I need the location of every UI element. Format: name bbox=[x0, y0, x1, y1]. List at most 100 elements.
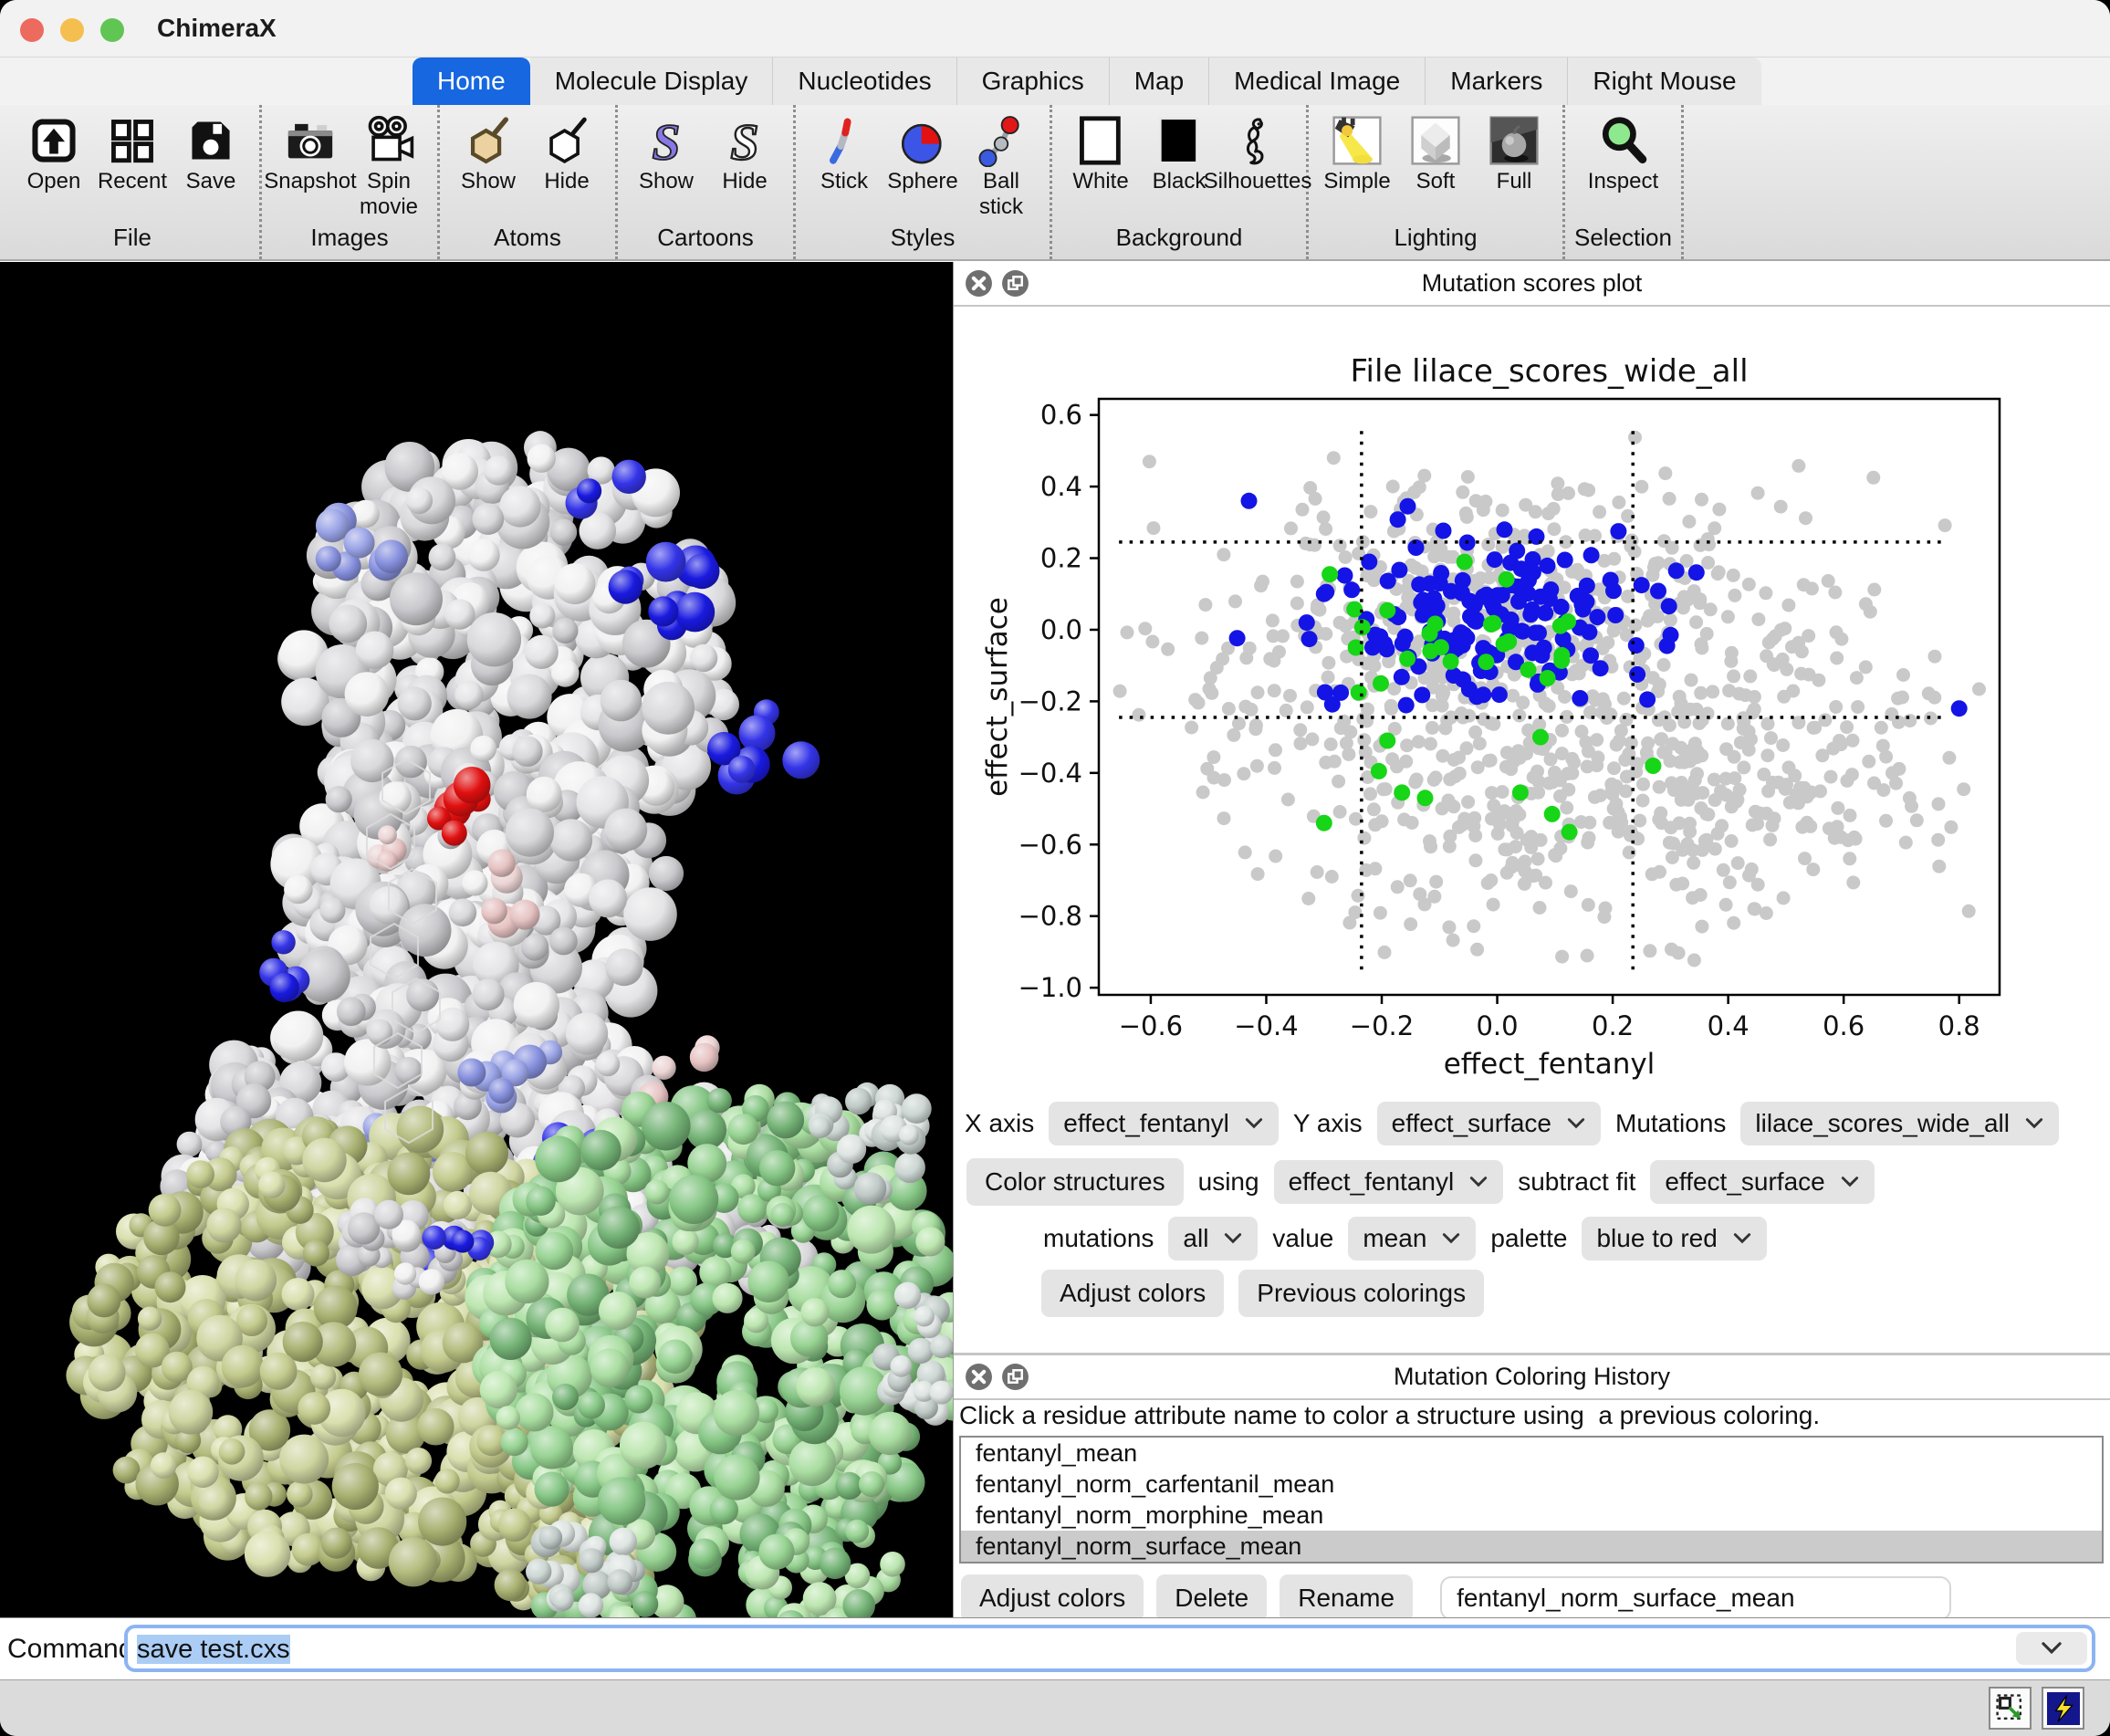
mutations-select[interactable]: lilace_scores_wide_all bbox=[1740, 1102, 2059, 1145]
tab-map[interactable]: Map bbox=[1110, 58, 1209, 105]
svg-text:0.6: 0.6 bbox=[1040, 400, 1082, 431]
fast-mode-button[interactable] bbox=[2042, 1687, 2084, 1730]
ribbon-button-label: Save bbox=[186, 169, 236, 194]
history-item-fentanyl_norm_carfentanil_mean[interactable]: fentanyl_norm_carfentanil_mean bbox=[961, 1469, 2102, 1500]
ribbon-toolbar: OpenRecentSaveFileSnapshotSpin movieImag… bbox=[0, 105, 2110, 261]
history-adjust-colors-button[interactable]: Adjust colors bbox=[961, 1574, 1144, 1622]
mutations-filter-select[interactable]: all bbox=[1168, 1217, 1258, 1260]
sphere-icon bbox=[896, 114, 949, 167]
ribbon-button-selection-inspect[interactable]: Inspect bbox=[1583, 105, 1662, 224]
ribbon-button-background-silhouettes[interactable]: Silhouettes bbox=[1218, 105, 1297, 224]
coloring-history-list: fentanyl_meanfentanyl_norm_carfentanil_m… bbox=[959, 1436, 2104, 1563]
svg-text:−1.0: −1.0 bbox=[1018, 972, 1082, 1003]
history-delete-button[interactable]: Delete bbox=[1156, 1574, 1267, 1622]
svg-text:0.4: 0.4 bbox=[1708, 1010, 1750, 1041]
close-window-button[interactable] bbox=[20, 18, 44, 42]
svg-text:−0.2: −0.2 bbox=[1350, 1010, 1414, 1041]
ribbon-button-background-black[interactable]: Black bbox=[1140, 105, 1218, 224]
previous-colorings-button[interactable]: Previous colorings bbox=[1238, 1270, 1484, 1317]
history-item-fentanyl_mean[interactable]: fentanyl_mean bbox=[961, 1438, 2102, 1469]
tab-markers[interactable]: Markers bbox=[1426, 58, 1568, 105]
history-item-fentanyl_norm_morphine_mean[interactable]: fentanyl_norm_morphine_mean bbox=[961, 1500, 2102, 1531]
mutation-scatter-plot[interactable]: File lilace_scores_wide_all−0.6−0.4−0.20… bbox=[954, 305, 2110, 1101]
tab-medical-image[interactable]: Medical Image bbox=[1209, 58, 1426, 105]
window-title: ChimeraX bbox=[157, 0, 277, 57]
ribbon-button-file-recent[interactable]: Recent bbox=[93, 105, 172, 224]
ribbon-button-file-save[interactable]: Save bbox=[172, 105, 250, 224]
chevron-down-icon bbox=[1441, 1232, 1461, 1245]
chevron-down-icon bbox=[1244, 1117, 1264, 1130]
ribbon-button-lighting-soft[interactable]: Soft bbox=[1396, 105, 1475, 224]
value-select[interactable]: mean bbox=[1348, 1217, 1476, 1260]
soft-lighting-icon bbox=[1409, 114, 1462, 167]
svg-text:0.8: 0.8 bbox=[1938, 1010, 1980, 1041]
svg-text:S: S bbox=[731, 115, 759, 167]
palette-select[interactable]: blue to red bbox=[1582, 1217, 1766, 1260]
minimize-window-button[interactable] bbox=[60, 18, 84, 42]
zoom-window-button[interactable] bbox=[100, 18, 124, 42]
graphics-viewport[interactable] bbox=[0, 262, 953, 1617]
cartoons-show-icon: S bbox=[640, 114, 693, 167]
ribbon-button-styles-ball-stick[interactable]: Ball stick bbox=[962, 105, 1040, 224]
molecule-3d-view[interactable] bbox=[0, 262, 953, 1617]
ribbon-group-label: Selection bbox=[1574, 224, 1672, 259]
ribbon-button-cartoons-hide[interactable]: SHide bbox=[705, 105, 784, 224]
ribbon-button-lighting-simple[interactable]: Simple bbox=[1318, 105, 1396, 224]
command-bar: Command: save test.cxs bbox=[0, 1617, 2110, 1679]
ribbon-group-images: SnapshotSpin movieImages bbox=[262, 105, 440, 259]
adjust-colors-button[interactable]: Adjust colors bbox=[1041, 1270, 1224, 1317]
ribbon-tabs: HomeMolecule DisplayNucleotidesGraphicsM… bbox=[413, 58, 1761, 105]
ribbon-button-images-spin-movie[interactable]: Spin movie bbox=[350, 105, 428, 224]
svg-text:0.2: 0.2 bbox=[1592, 1010, 1634, 1041]
color-structures-button[interactable]: Color structures bbox=[966, 1158, 1184, 1206]
x-axis-select[interactable]: effect_fentanyl bbox=[1049, 1102, 1279, 1145]
ribbon-button-atoms-hide[interactable]: Hide bbox=[528, 105, 606, 224]
ribbon-group-styles: Stick SphereBall stickStyles bbox=[796, 105, 1052, 259]
color-structures-controls: Color structures using effect_fentanyl s… bbox=[966, 1160, 1875, 1204]
history-item-fentanyl_norm_surface_mean[interactable]: fentanyl_norm_surface_mean bbox=[961, 1531, 2102, 1562]
ribbon-button-label: Recent bbox=[98, 169, 167, 194]
tab-home[interactable]: Home bbox=[413, 58, 530, 105]
svg-text:−0.2: −0.2 bbox=[1018, 685, 1082, 716]
stick-icon bbox=[818, 114, 871, 167]
chevron-down-icon bbox=[2040, 1641, 2063, 1656]
ribbon-group-label: Styles bbox=[891, 224, 956, 259]
tab-graphics[interactable]: Graphics bbox=[957, 58, 1110, 105]
ribbon-button-background-white[interactable]: White bbox=[1061, 105, 1140, 224]
ribbon-button-label: Full bbox=[1497, 169, 1532, 194]
ribbon-group-atoms: ShowHideAtoms bbox=[440, 105, 618, 259]
ribbon-button-file-open[interactable]: Open bbox=[15, 105, 93, 224]
ribbon-button-cartoons-show[interactable]: SShow bbox=[627, 105, 705, 224]
ribbon-tab-strip: HomeMolecule DisplayNucleotidesGraphicsM… bbox=[0, 58, 2110, 105]
ribbon-button-lighting-full[interactable]: Full bbox=[1475, 105, 1553, 224]
save-icon bbox=[184, 114, 237, 167]
tab-right-mouse[interactable]: Right Mouse bbox=[1568, 58, 1760, 105]
x-axis-label: X axis bbox=[965, 1109, 1034, 1138]
ribbon-group-label: Cartoons bbox=[657, 224, 754, 259]
subtract-fit-select[interactable]: effect_surface bbox=[1650, 1160, 1874, 1204]
ribbon-button-label: Open bbox=[27, 169, 81, 194]
rename-input[interactable] bbox=[1440, 1576, 1951, 1620]
ribbon-button-images-snapshot[interactable]: Snapshot bbox=[271, 105, 350, 224]
cartoons-hide-icon: S bbox=[718, 114, 771, 167]
chimerax-window: ChimeraX HomeMolecule DisplayNucleotides… bbox=[0, 0, 2110, 1736]
history-panel-header: Mutation Coloring History bbox=[954, 1353, 2110, 1400]
ribbon-button-atoms-show[interactable]: Show bbox=[449, 105, 528, 224]
ribbon-button-styles-sphere[interactable]: Sphere bbox=[883, 105, 962, 224]
ribbon-button-label: Hide bbox=[544, 169, 589, 194]
history-rename-button[interactable]: Rename bbox=[1280, 1574, 1413, 1622]
svg-text:−0.8: −0.8 bbox=[1018, 901, 1082, 932]
command-history-dropdown-button[interactable] bbox=[2016, 1632, 2087, 1665]
command-input[interactable]: save test.cxs bbox=[124, 1625, 2095, 1672]
using-select[interactable]: effect_fentanyl bbox=[1274, 1160, 1504, 1204]
ribbon-button-label: Stick bbox=[820, 169, 868, 194]
selection-box-icon bbox=[1994, 1692, 2027, 1725]
command-label: Command: bbox=[7, 1618, 141, 1680]
tab-nucleotides[interactable]: Nucleotides bbox=[773, 58, 956, 105]
tab-molecule-display[interactable]: Molecule Display bbox=[530, 58, 774, 105]
chevron-down-icon bbox=[1468, 1176, 1488, 1188]
selection-box-button[interactable] bbox=[1989, 1687, 2032, 1730]
ribbon-button-styles-stick[interactable]: Stick bbox=[805, 105, 883, 224]
ribbon-button-label: Hide bbox=[722, 169, 767, 194]
y-axis-select[interactable]: effect_surface bbox=[1377, 1102, 1601, 1145]
